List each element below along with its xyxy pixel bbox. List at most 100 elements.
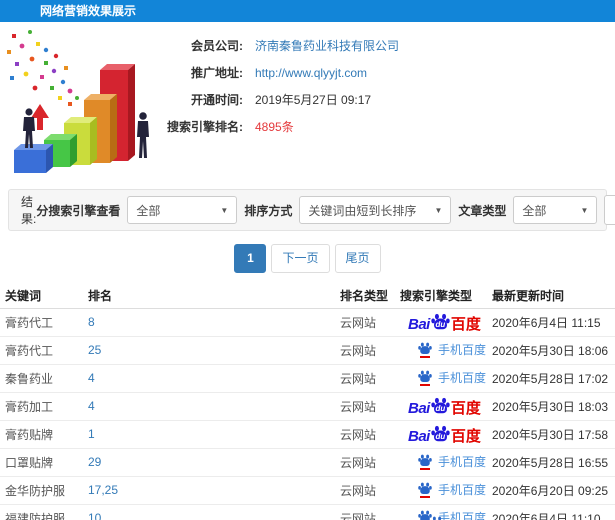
rank-link[interactable]: 1 [88, 427, 95, 441]
engine-select-value: 全部 [136, 203, 161, 218]
baidu-mobile-paw-icon [418, 482, 432, 499]
promo-url-link[interactable]: http://www.qlyyjt.com [255, 66, 367, 80]
rank-type-cell: 云网站 [335, 308, 395, 337]
engine-select[interactable]: 全部 ▼ [127, 196, 238, 224]
baidu-mobile-paw-icon [418, 370, 432, 387]
table-row: 膏药代工 25 云网站 手机百度 2020年5月30日 18:06 [0, 336, 615, 365]
engine-type-cell: 手机百度 [395, 448, 487, 477]
article-type-select[interactable]: 全部 ▼ [513, 196, 598, 224]
baidu-mobile-paw-icon [418, 454, 432, 471]
baidu-mobile-label: 手机百度 [438, 454, 487, 469]
keyword-cell: 金华防护服 [0, 476, 83, 505]
sort-filter-label: 排序方式 [244, 203, 293, 218]
updated-time-cell: 2020年6月4日 11:10 [487, 504, 615, 520]
table-row: 膏药贴牌 1 云网站 Bai du 百度 2020年5月30日 17:58 [0, 420, 615, 449]
baidu-mobile-logo: 手机百度 [418, 369, 486, 387]
table-row: 膏药加工 4 云网站 Bai du 百度 2020年5月30日 18:03 [0, 392, 615, 421]
updated-time-cell: 2020年5月28日 16:55 [487, 448, 615, 477]
baidu-mobile-paw-icon [418, 342, 432, 359]
page-1-button[interactable]: 1 [234, 244, 267, 273]
rank-type-cell: 云网站 [335, 336, 395, 365]
baidu-mobile-logo: 手机百度 [418, 509, 486, 520]
rank-type-cell: 云网站 [335, 504, 395, 520]
table-row: 膏药代工 8 云网站 Bai du 百度 2020年6月4日 11:15 [0, 308, 615, 337]
baidu-pc-logo: Bai du 百度 [408, 397, 481, 416]
baidu-paw-icon: du [431, 425, 450, 446]
rank-link[interactable]: 4 [88, 399, 95, 413]
next-page-button[interactable]: 下一页 [271, 244, 330, 273]
rank-link[interactable]: 8 [88, 315, 95, 329]
chevron-down-icon: ▼ [434, 205, 443, 215]
keyword-cell: 口罩贴牌 [0, 448, 83, 477]
promo-url-row: 推广地址: http://www.qlyyjt.com [0, 59, 615, 86]
table-row: 福建防护服 10 云网站 手机百度 2020年6月4日 11:10 [0, 504, 615, 520]
baidu-mobile-label: 手机百度 [438, 482, 487, 497]
rank-cell: 29 [83, 448, 335, 477]
engine-type-cell: 手机百度 [395, 364, 487, 393]
header-keyword: 关键词 [0, 283, 83, 309]
member-info-section: 会员公司: 济南秦鲁药业科技有限公司 推广地址: http://www.qlyy… [0, 22, 615, 185]
engine-rank-count: 4895条 [255, 120, 294, 134]
opened-time-value: 2019年5月27日 09:17 [255, 93, 372, 107]
baidu-mobile-paw-icon [430, 516, 444, 520]
engine-type-cell: 手机百度 [395, 476, 487, 505]
header-engine-type: 搜索引擎类型 [395, 283, 487, 309]
baidu-mobile-label: 手机百度 [438, 342, 487, 357]
rank-cell: 17,25 [83, 476, 335, 505]
opened-time-label: 开通时间: [191, 93, 243, 107]
filter-controls: 分搜索引擎查看 全部 ▼ 排序方式 关键词由短到长排序 ▼ 文章类型 全部 ▼ … [36, 195, 615, 225]
updated-time-cell: 2020年5月28日 17:02 [487, 364, 615, 393]
rank-link[interactable]: 29 [88, 455, 101, 469]
keyword-cell: 膏药代工 [0, 308, 83, 337]
engine-rank-row: 搜索引擎排名: 4895条 [0, 113, 615, 140]
submit-button[interactable]: 提交 [604, 195, 615, 225]
table-row: 口罩贴牌 29 云网站 手机百度 2020年5月28日 16:55 [0, 448, 615, 477]
keyword-cell: 膏药代工 [0, 336, 83, 365]
chevron-down-icon: ▼ [220, 205, 229, 215]
company-row: 会员公司: 济南秦鲁药业科技有限公司 [0, 32, 615, 59]
keyword-cell: 福建防护服 [0, 504, 83, 520]
pagination: 1 下一页 尾页 [0, 244, 615, 273]
baidu-mobile-logo: 手机百度 [418, 453, 487, 471]
baidu-paw-icon: du [431, 397, 450, 418]
member-info-rows: 会员公司: 济南秦鲁药业科技有限公司 推广地址: http://www.qlyy… [0, 32, 615, 140]
sort-select[interactable]: 关键词由短到长排序 ▼ [299, 196, 452, 224]
rank-type-cell: 云网站 [335, 392, 395, 421]
rank-link[interactable]: 4 [88, 371, 95, 385]
article-type-label: 文章类型 [458, 203, 507, 218]
keyword-cell: 膏药加工 [0, 392, 83, 421]
engine-filter-label: 分搜索引擎查看 [36, 203, 121, 218]
engine-type-cell: 手机百度 [395, 336, 487, 365]
keyword-ranking-table: 关键词 排名 排名类型 搜索引擎类型 最新更新时间 膏药代工 8 云网站 Bai d… [0, 283, 615, 520]
filter-bar: 结果: 分搜索引擎查看 全部 ▼ 排序方式 关键词由短到长排序 ▼ 文章类型 全… [8, 189, 615, 231]
company-link[interactable]: 济南秦鲁药业科技有限公司 [255, 37, 399, 54]
updated-time-cell: 2020年5月30日 17:58 [487, 420, 615, 449]
keyword-cell: 秦鲁药业 [0, 364, 83, 393]
promo-url-label: 推广地址: [191, 66, 243, 80]
engine-type-cell: Bai du 百度 [395, 420, 487, 449]
engine-type-cell: Bai du 百度 [395, 308, 487, 337]
company-label: 会员公司: [191, 39, 243, 53]
last-page-button[interactable]: 尾页 [334, 244, 381, 273]
rank-type-cell: 云网站 [335, 420, 395, 449]
updated-time-cell: 2020年5月30日 18:06 [487, 336, 615, 365]
baidu-pc-logo: Bai du 百度 [408, 425, 481, 444]
header-rank-type: 排名类型 [335, 283, 395, 309]
table-row: 金华防护服 17,25 云网站 手机百度 2020年6月20日 09:25 [0, 476, 615, 505]
rank-type-cell: 云网站 [335, 364, 395, 393]
updated-time-cell: 2020年6月4日 11:15 [487, 308, 615, 337]
engine-type-cell: Bai du 百度 [395, 392, 487, 421]
page-title: 网络营销效果展示 [40, 4, 137, 18]
bar-blue [14, 144, 53, 173]
rank-cell: 10 [83, 504, 335, 520]
updated-time-cell: 2020年6月20日 09:25 [487, 476, 615, 505]
rank-type-cell: 云网站 [335, 448, 395, 477]
result-label: 结果: [21, 195, 37, 226]
article-type-value: 全部 [522, 203, 547, 218]
rank-link[interactable]: 10 [88, 511, 101, 520]
opened-time-row: 开通时间: 2019年5月27日 09:17 [0, 86, 615, 113]
rank-link[interactable]: 25 [88, 343, 101, 357]
chevron-down-icon: ▼ [580, 205, 589, 215]
rank-link[interactable]: 17,25 [88, 483, 118, 497]
sort-select-value: 关键词由短到长排序 [308, 203, 417, 218]
